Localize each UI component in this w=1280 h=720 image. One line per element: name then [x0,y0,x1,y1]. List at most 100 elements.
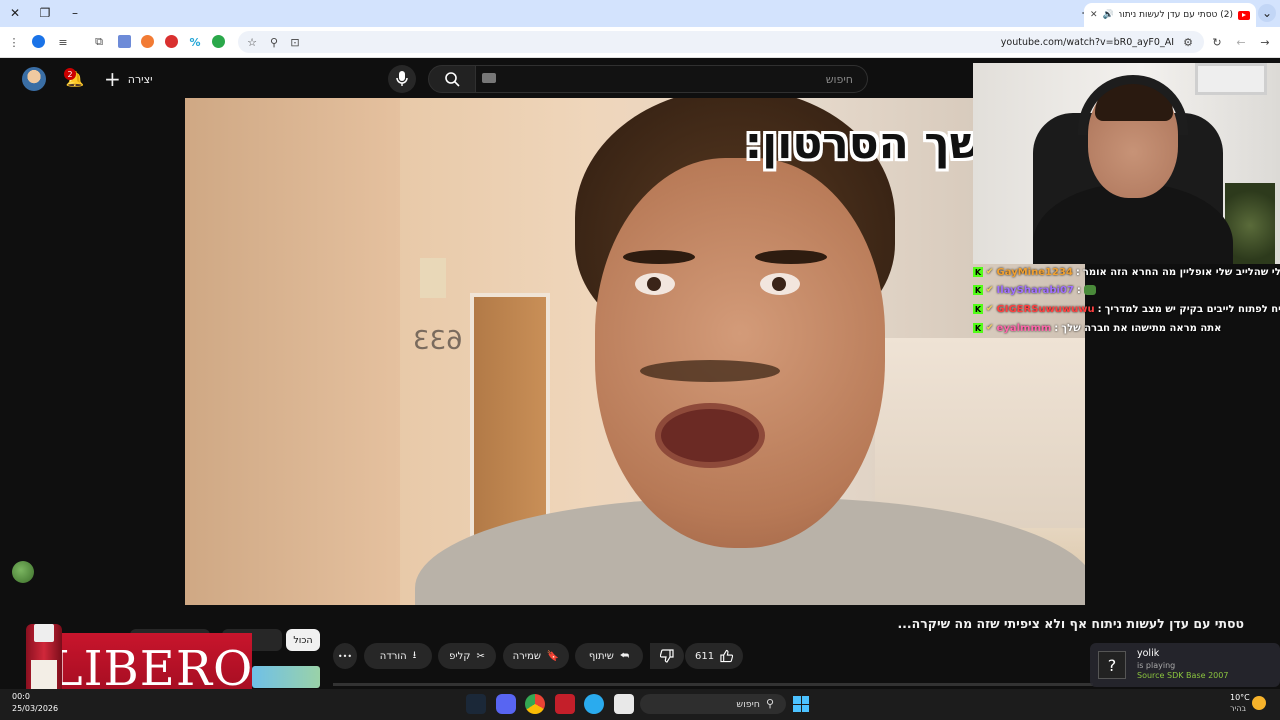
taskbar-search-box[interactable]: חיפוש [640,694,786,714]
chat-message: K ✔ IlaySharabi07: [973,281,1096,299]
like-count: 611 [695,650,715,662]
address-bar-url: youtube.com/watch?v=bR0_ayF0_AI [1000,37,1174,48]
video-player[interactable]: 633 שך הסרטון: [185,98,1085,605]
bookmark-star-icon[interactable]: ☆ [244,34,260,50]
video-person-eye [760,273,800,295]
file-explorer-icon[interactable] [614,694,634,714]
webcam-window [1195,63,1267,95]
restore-window-icon[interactable]: ❐ [35,4,55,22]
video-person-brow [755,250,827,264]
search-button[interactable] [428,65,476,93]
search-icon [445,72,460,87]
thumbs-up-icon [720,649,733,663]
tab-audio-icon[interactable]: 🔊 [1103,10,1114,20]
reading-list-icon[interactable]: ≡ [55,34,71,50]
chat-username: GIGERSuwuwuwu [996,303,1095,315]
forward-icon[interactable]: ← [1233,34,1249,50]
taskbar-clock-date[interactable]: 25/03/2026 [12,704,58,713]
red-app-icon[interactable] [555,694,575,714]
search-input[interactable]: חיפוש [476,65,868,93]
kick-badge-icon: K [973,304,983,314]
chat-username: IlaySharabi07 [996,284,1074,296]
taskbar-search-icon: ⚲ [766,697,775,710]
like-button[interactable]: 611 [685,643,743,669]
tab-search-icon[interactable]: ⌄ [1258,4,1276,22]
close-window-icon[interactable]: ✕ [5,4,25,22]
video-wall [185,98,400,605]
share-icon: ⮪ [619,650,630,662]
recommended-video-thumbnail[interactable] [252,666,320,688]
verified-badge-icon: ✔ [986,323,994,333]
site-settings-icon[interactable]: ⚙ [1180,34,1196,50]
discord-app-icon[interactable] [496,694,516,714]
steam-status: is playing [1137,661,1176,670]
install-app-icon[interactable]: ⊡ [287,34,303,50]
tab-close-icon[interactable]: ✕ [1090,10,1098,20]
weather-sun-icon[interactable] [1252,696,1266,710]
extension-red-icon[interactable] [165,35,178,48]
telegram-app-icon[interactable] [584,694,604,714]
weather-description[interactable]: בהיר [1230,704,1246,713]
save-button[interactable]: 🔖 שמירה [503,643,569,669]
steam-app-icon[interactable] [466,694,486,714]
video-person-brow [623,250,695,264]
chip-all[interactable]: הכול [286,629,320,651]
perfume-bottle-label [31,660,57,690]
youtube-favicon-icon [1238,10,1250,20]
browser-tab-youtube[interactable]: (2) טסתי עם עדן לעשות ניתוח 🔊 ✕ [1084,3,1256,27]
video-person-face [595,158,885,548]
plus-icon: + [104,67,121,91]
video-title: טסתי עם עדן לעשות ניתוח אף ולא ציפיתי שז… [897,616,1244,631]
clip-label: קליפ [449,650,471,662]
chat-emote-icon [1083,285,1096,295]
account-avatar[interactable] [22,67,46,91]
kick-badge-icon: K [973,285,983,295]
chrome-app-icon[interactable] [525,694,545,714]
notification-count-badge: 2 [64,68,76,80]
headset-icon [1078,75,1188,135]
chat-text: שם לי שהלייב שלי אופליין מה החרא הזה אומ… [1082,266,1280,278]
back-icon[interactable]: → [1257,34,1273,50]
share-button[interactable]: ⮪ שיתוף [575,643,643,669]
thumbs-down-icon [660,649,674,663]
minimize-window-icon[interactable]: – [65,4,85,22]
taskbar-clock-time[interactable]: 00:0 [12,692,30,701]
zoom-icon[interactable]: ⚲ [266,34,282,50]
video-person-mustache [640,360,780,382]
profile-avatar-icon[interactable] [32,35,45,48]
extension-orange-icon[interactable] [141,35,154,48]
verified-badge-icon: ✔ [986,285,994,295]
perfume-bottle-cap [34,624,54,642]
chat-message: K ✔ GayMine1234: שם לי שהלייב שלי אופליין… [973,263,1280,281]
keyboard-icon[interactable] [482,73,496,83]
video-wall-sign [420,258,446,298]
video-person-eye [635,273,675,295]
clip-button[interactable]: ✂ קליפ [438,643,496,669]
create-label: יצירה [127,72,153,86]
extension-translate-icon[interactable]: % [187,34,203,50]
create-button[interactable]: יצירה + [104,68,153,90]
download-button[interactable]: ⭳ הורדה [364,643,432,669]
steam-avatar-unknown-icon: ? [1098,651,1126,679]
chat-message: K ✔ eyalmmm: אתה מראה מתישהו את חברה שלך [973,322,1222,334]
extension-screen-icon[interactable] [118,35,131,48]
bookmark-icon: 🔖 [546,650,560,662]
video-overlay-caption: שך הסרטון: [744,118,983,169]
pepe-emote-icon [12,561,34,583]
weather-temperature[interactable]: 10°C [1230,693,1250,702]
windows-start-icon[interactable] [793,696,809,712]
chat-text: אתה מראה מתישהו את חברה שלך [1061,322,1222,334]
download-label: הורדה [379,650,407,662]
dislike-button[interactable] [650,643,684,669]
steam-username: yolik [1137,648,1160,659]
streamer-webcam [973,63,1280,264]
verified-badge-icon: ✔ [986,304,994,314]
chat-username: GayMine1234 [996,266,1073,278]
chat-username: eyalmmm [996,322,1052,334]
voice-search-mic-icon[interactable] [388,65,416,93]
reload-icon[interactable]: ↻ [1209,34,1225,50]
chrome-menu-icon[interactable]: ⋮ [6,34,22,50]
more-actions-button[interactable]: ••• [333,643,357,669]
extensions-puzzle-icon[interactable]: ⧉ [91,34,107,50]
extension-green-icon[interactable] [212,35,225,48]
